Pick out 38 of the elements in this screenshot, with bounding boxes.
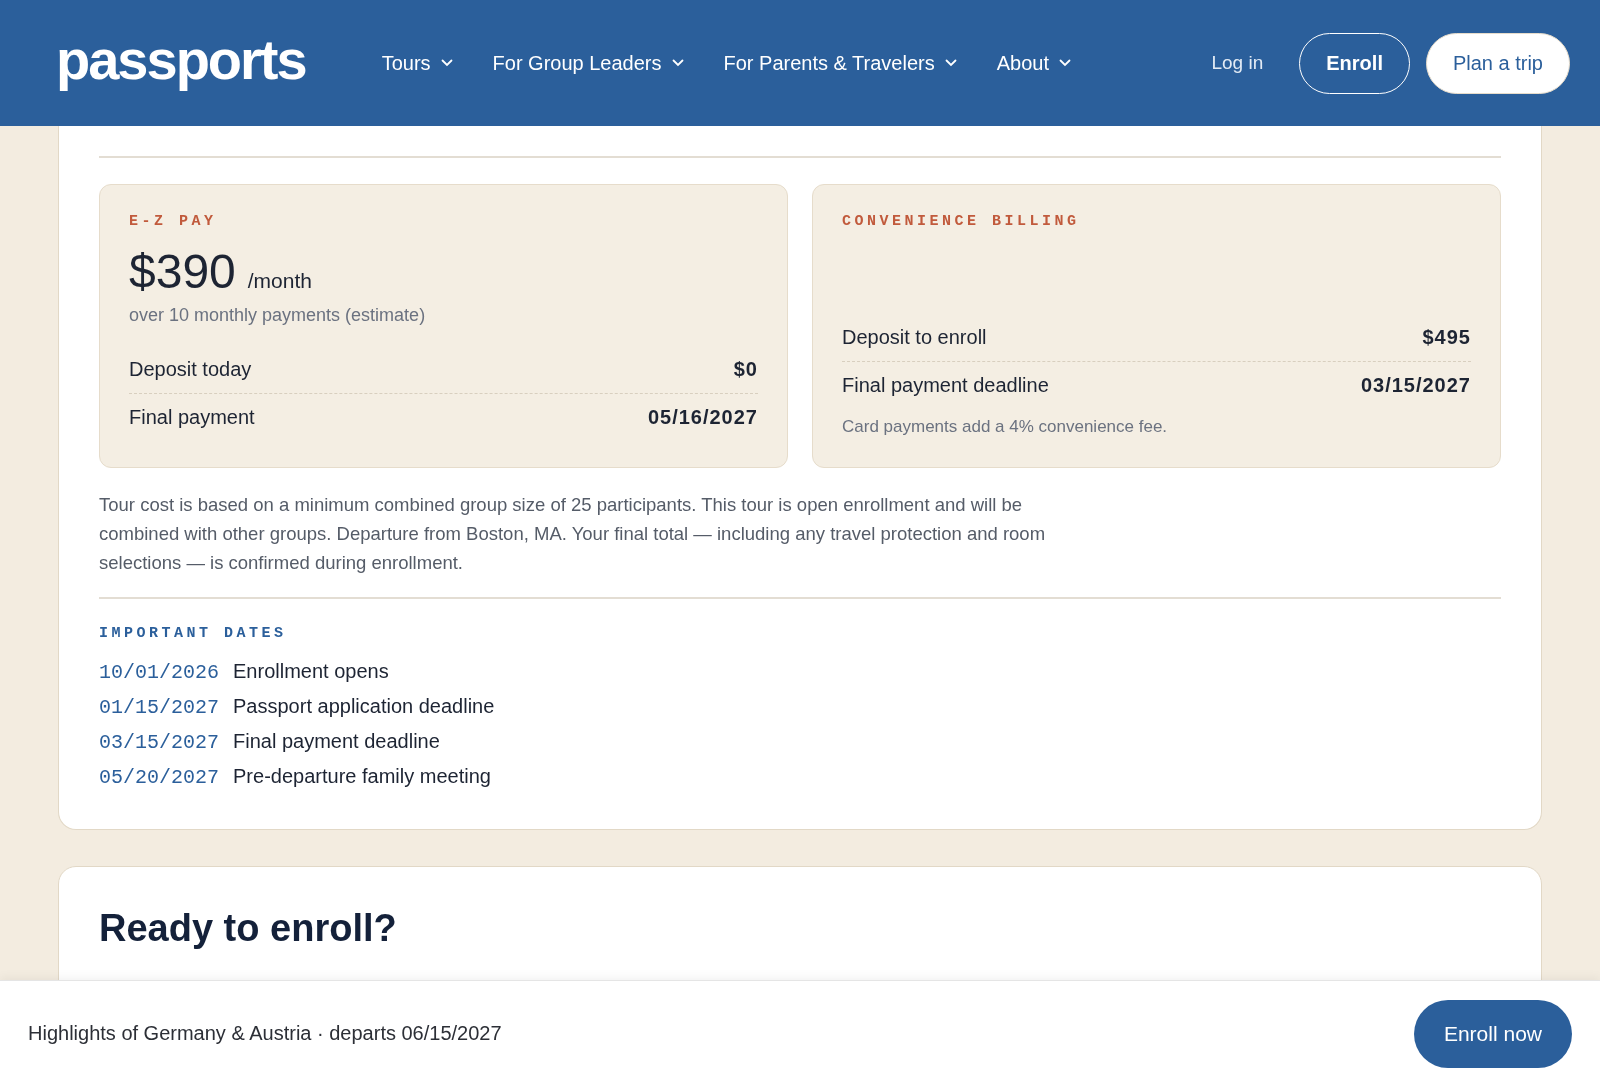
chevron-down-icon [1059, 59, 1071, 67]
tour-summary: Highlights of Germany & Austria · departs 06/15/2027 [28, 1022, 502, 1045]
date: 10/01/2026 [99, 661, 220, 684]
logo[interactable]: passports [56, 26, 306, 92]
row-label: Final payment deadline [842, 374, 1049, 397]
row-label: Deposit today [129, 358, 252, 381]
login-link[interactable]: Log in [1205, 51, 1270, 75]
plan-note: Card payments add a 4% convenience fee. [842, 417, 1169, 437]
date: 01/15/2027 [99, 696, 220, 719]
chevron-down-icon [440, 59, 453, 67]
event-name: Passport application deadline [233, 695, 495, 718]
plan-label: CONVENIENCE BILLING [842, 213, 1081, 230]
event-name: Enrollment opens [233, 660, 389, 683]
row-value: $0 [733, 358, 758, 381]
section-label: IMPORTANT DATES [99, 625, 288, 642]
row-value: 03/15/2027 [1360, 374, 1471, 397]
row-label: Final payment [129, 406, 255, 429]
plan-note: over 10 monthly payments (estimate) [129, 305, 427, 326]
event-name: Final payment deadline [233, 730, 440, 753]
disclaimer-text: Tour cost is based on a minimum combined group size of 25 participants. This tour is open enrollment and will be combined with other groups. Departure from Boston, MA. Your final total — including any travel protection and room selections — is confirmed during enrollment. [99, 493, 1047, 575]
row-value: 05/16/2027 [647, 406, 758, 429]
date: 03/15/2027 [99, 731, 220, 754]
row-value: $495 [1422, 326, 1471, 349]
price-unit: /month [247, 269, 312, 293]
nav-menu-button[interactable]: For Group Leaders [492, 51, 684, 75]
nav-menu-button[interactable]: About [996, 51, 1071, 75]
plan-label: E-Z PAY [129, 213, 218, 230]
section-heading: Ready to enroll? [99, 907, 398, 950]
chevron-down-icon [944, 59, 957, 67]
price: $390 [129, 244, 236, 299]
nav-menu-button[interactable]: Tours [381, 51, 453, 75]
plan-trip-button[interactable]: Plan a trip [1425, 32, 1570, 94]
chevron-down-icon [671, 59, 684, 67]
row-label: Deposit to enroll [842, 326, 987, 349]
date: 05/20/2027 [99, 766, 220, 789]
event-name: Pre-departure family meeting [233, 765, 491, 788]
nav-menu-button[interactable]: For Parents & Travelers [723, 51, 957, 75]
enroll-now-button[interactable]: Enroll now [1413, 999, 1572, 1068]
